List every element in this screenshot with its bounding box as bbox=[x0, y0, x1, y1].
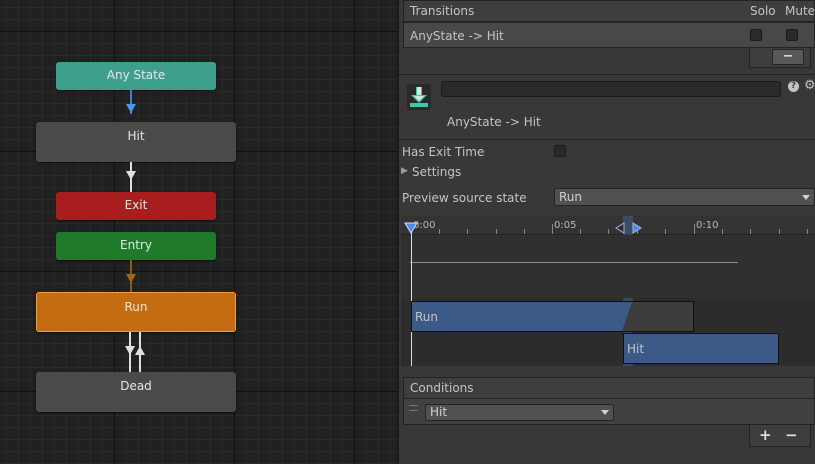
state-run[interactable]: Run bbox=[36, 292, 236, 332]
chevron-down-icon bbox=[601, 410, 609, 415]
state-any-state[interactable]: Any State bbox=[56, 62, 216, 90]
preview-source-value: Run bbox=[559, 190, 583, 204]
source-clip-label: Run bbox=[415, 310, 439, 324]
add-condition-button[interactable]: + bbox=[759, 426, 772, 444]
state-hit[interactable]: Hit bbox=[36, 122, 236, 162]
conditions-header: Conditions bbox=[403, 377, 815, 399]
transition-title: AnyState -> Hit bbox=[447, 115, 541, 129]
state-exit[interactable]: Exit bbox=[56, 192, 216, 220]
remove-condition-button[interactable]: − bbox=[785, 426, 798, 444]
transition-inspector: Transitions Solo Mute AnyState -> Hit − … bbox=[399, 0, 815, 464]
preview-source-label: Preview source state bbox=[402, 191, 527, 205]
preview-source-dropdown[interactable]: Run bbox=[554, 188, 815, 206]
transition-timeline[interactable]: 0:00 0:05 0:10 Run Hit bbox=[401, 216, 815, 366]
chevron-down-icon bbox=[802, 195, 810, 200]
remove-transition-button[interactable]: − bbox=[772, 49, 804, 65]
timeline-tick-label: 0:10 bbox=[696, 220, 719, 231]
transitions-footer: − bbox=[749, 48, 811, 68]
state-dead[interactable]: Dead bbox=[36, 372, 236, 412]
source-clip-bar[interactable]: Run bbox=[411, 301, 694, 332]
transition-arrow-icon bbox=[126, 171, 136, 180]
transitions-title: Transitions bbox=[410, 4, 475, 18]
target-clip-bar[interactable]: Hit bbox=[623, 333, 779, 364]
has-exit-time-label: Has Exit Time bbox=[402, 145, 485, 159]
conditions-title: Conditions bbox=[410, 381, 474, 395]
has-exit-time-checkbox[interactable] bbox=[554, 145, 566, 157]
solo-column-label: Solo bbox=[750, 4, 776, 18]
transition-name-field[interactable] bbox=[441, 81, 781, 97]
solo-checkbox[interactable] bbox=[750, 29, 762, 41]
target-clip-label: Hit bbox=[627, 342, 645, 356]
transition-end-handle-icon[interactable] bbox=[632, 222, 642, 234]
conditions-footer: + − bbox=[749, 425, 811, 447]
timeline-ruler[interactable]: 0:00 0:05 0:10 bbox=[401, 216, 815, 235]
conditions-list: Hit bbox=[403, 399, 815, 425]
mute-checkbox[interactable] bbox=[786, 29, 798, 41]
condition-parameter-value: Hit bbox=[430, 405, 448, 419]
condition-parameter-dropdown[interactable]: Hit bbox=[425, 404, 614, 421]
transition-curve-lane bbox=[401, 235, 815, 298]
transition-arrow-icon bbox=[135, 346, 145, 355]
mute-column-label: Mute bbox=[785, 4, 815, 18]
animator-graph[interactable]: Any State Hit Exit Entry Run Dead bbox=[0, 0, 397, 464]
settings-foldout[interactable]: Settings bbox=[412, 165, 461, 179]
separator bbox=[399, 74, 815, 75]
separator bbox=[399, 139, 815, 140]
settings-gear-icon[interactable]: ⚙ bbox=[804, 78, 815, 93]
transition-arrow-icon bbox=[126, 274, 136, 283]
transition-arrow-icon bbox=[125, 346, 135, 355]
transitions-list-row[interactable]: AnyState -> Hit bbox=[403, 22, 815, 48]
drag-handle-icon[interactable] bbox=[409, 405, 418, 411]
transition-row-label: AnyState -> Hit bbox=[410, 29, 504, 43]
transition-icon bbox=[407, 84, 431, 110]
transition-arrow-icon bbox=[126, 104, 136, 113]
playhead-line[interactable] bbox=[411, 232, 412, 366]
transitions-header: Transitions Solo Mute bbox=[403, 0, 815, 22]
timeline-tick-label: 0:05 bbox=[554, 220, 577, 231]
transition-start-handle-icon[interactable] bbox=[615, 222, 625, 234]
state-entry[interactable]: Entry bbox=[56, 232, 216, 260]
help-icon[interactable]: ? bbox=[788, 81, 799, 92]
settings-foldout-arrow-icon[interactable]: ▶ bbox=[401, 166, 408, 176]
